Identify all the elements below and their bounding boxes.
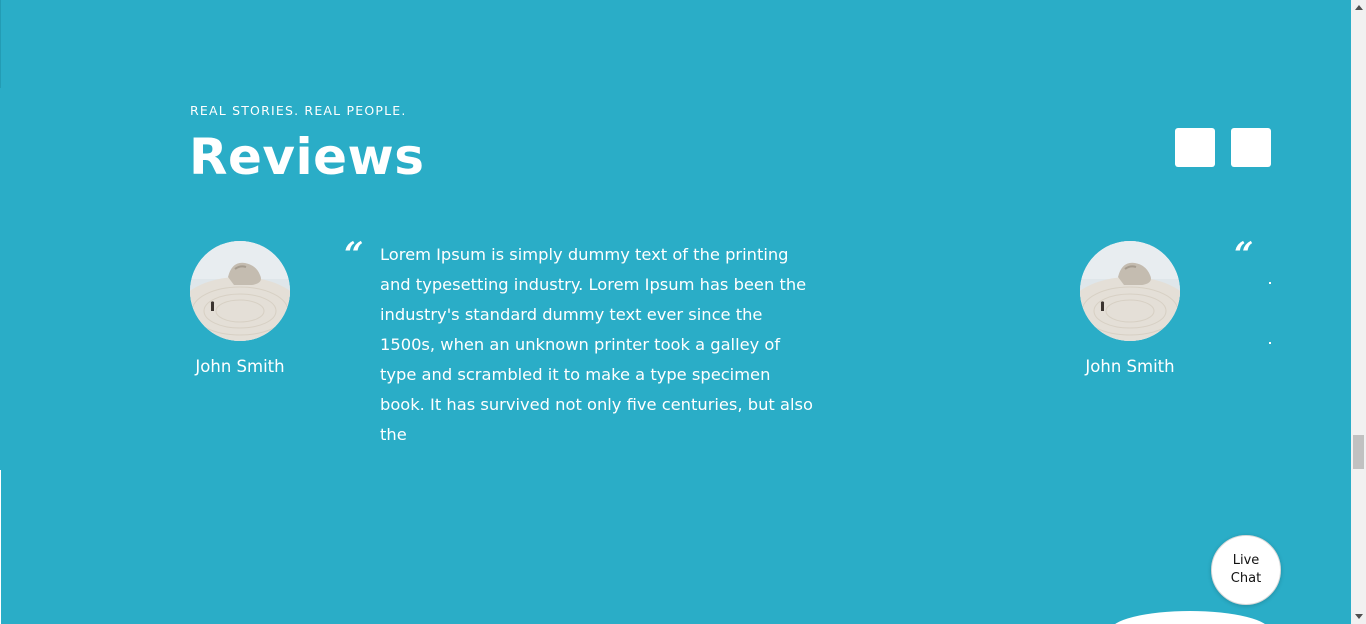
carousel-next-button[interactable] xyxy=(1231,128,1271,167)
carousel-prev-button[interactable] xyxy=(1175,128,1215,167)
clipped-text-fragment xyxy=(1269,282,1271,284)
quote-icon: “ xyxy=(1234,235,1254,275)
page: REAL STORIES. REAL PEOPLE. Reviews John … xyxy=(0,0,1366,624)
scroll-down-arrow-icon[interactable] xyxy=(1355,614,1363,619)
decorative-wave xyxy=(1110,611,1270,624)
clipped-text-fragment xyxy=(1269,342,1271,344)
live-chat-label: Live Chat xyxy=(1230,553,1262,586)
section-eyebrow: REAL STORIES. REAL PEOPLE. xyxy=(190,103,407,118)
reviewer-photo xyxy=(190,241,290,341)
reviewer-avatar xyxy=(190,241,290,341)
reviewer-photo xyxy=(1080,241,1180,341)
review-text: Lorem Ipsum is simply dummy text of the … xyxy=(380,245,813,444)
reviewer-name: John Smith xyxy=(195,357,285,376)
section-title: Reviews xyxy=(189,128,425,186)
live-chat-button[interactable]: Live Chat xyxy=(1211,535,1281,605)
reviewer-avatar xyxy=(1080,241,1180,341)
quote-icon: “ xyxy=(344,235,364,275)
scroll-up-arrow-icon[interactable] xyxy=(1355,5,1363,10)
scroll-thumb[interactable] xyxy=(1353,435,1364,469)
reviewer-name: John Smith xyxy=(1085,357,1175,376)
left-edge-lower xyxy=(0,470,1,624)
vertical-scrollbar[interactable] xyxy=(1351,0,1366,624)
left-edge-upper xyxy=(0,0,1,88)
